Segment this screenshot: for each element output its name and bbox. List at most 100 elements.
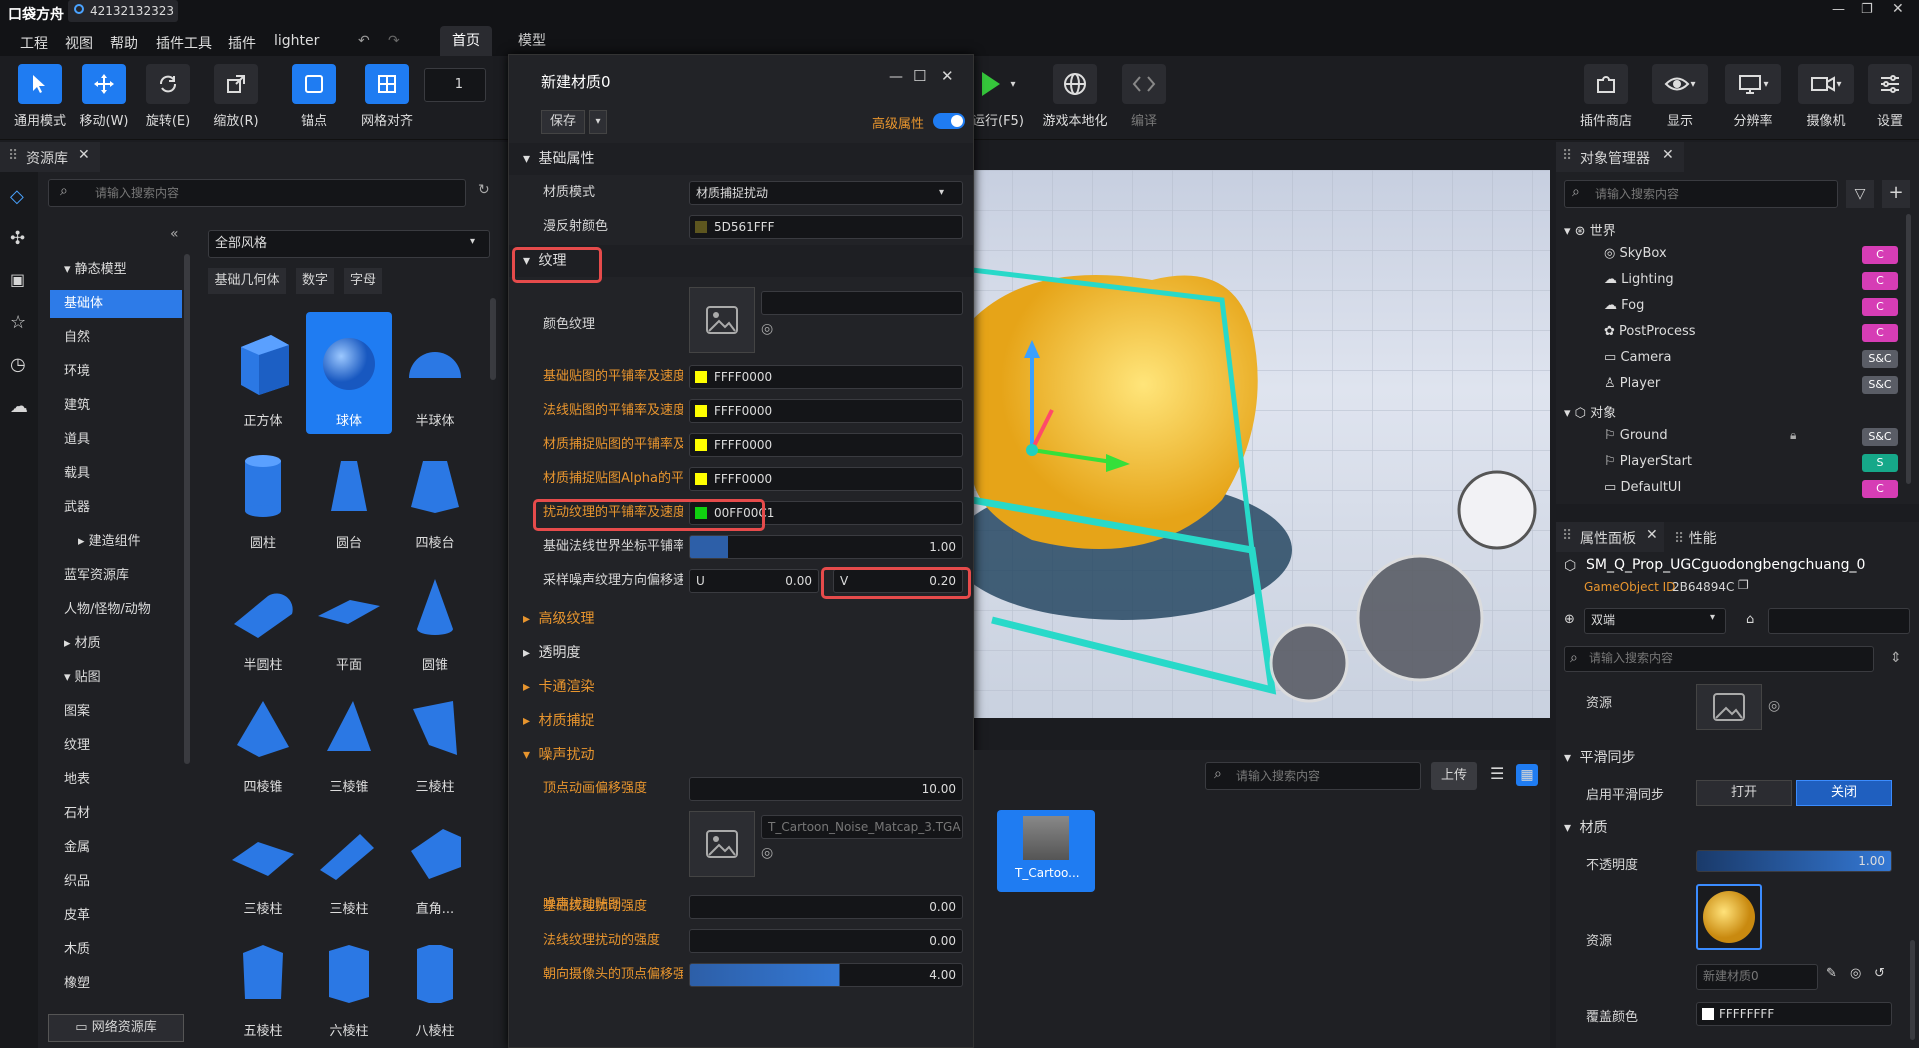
- asset-search-input[interactable]: 请输入搜索内容: [48, 179, 466, 207]
- copy-icon[interactable]: ❐: [1738, 578, 1749, 592]
- grid-view-icon[interactable]: ▦: [1516, 764, 1538, 786]
- tree-defaultui[interactable]: ▭ DefaultUI: [1604, 480, 1681, 495]
- menu-view[interactable]: 视图: [65, 33, 93, 53]
- menu-lighter[interactable]: lighter: [274, 33, 319, 49]
- resource-slot[interactable]: [1696, 684, 1762, 730]
- category-patterns[interactable]: 图案: [50, 698, 182, 726]
- tiling-input[interactable]: FFFF0000: [689, 433, 963, 457]
- collapse-icon[interactable]: «: [170, 226, 179, 242]
- component-icon[interactable]: ✣: [10, 228, 25, 249]
- base-strength-input[interactable]: 0.00: [689, 895, 963, 919]
- tree-lighting[interactable]: ☁ Lighting: [1604, 272, 1674, 287]
- settings-button[interactable]: 设置: [1850, 64, 1919, 129]
- object-scrollbar[interactable]: [1906, 214, 1911, 484]
- smooth-off-button[interactable]: 关闭: [1796, 780, 1892, 806]
- asset-grid-scrollbar[interactable]: [490, 298, 496, 380]
- category-textures-group[interactable]: ▾ 贴图: [50, 664, 182, 692]
- close-tab-icon[interactable]: ✕: [1662, 147, 1674, 163]
- project-tab[interactable]: 42132132323: [68, 0, 178, 22]
- tree-skybox[interactable]: ◎ SkyBox: [1604, 246, 1667, 261]
- category-vehicles[interactable]: 载具: [50, 460, 182, 488]
- color-swatch[interactable]: [695, 473, 707, 485]
- props-scrollbar[interactable]: [1910, 940, 1915, 1040]
- bottom-asset-item[interactable]: T_Cartoo...: [997, 810, 1095, 892]
- noise-map-input[interactable]: T_Cartoon_Noise_Matcap_3.TGA: [761, 815, 963, 839]
- locate-icon[interactable]: ◎: [1850, 966, 1861, 981]
- close-window-icon[interactable]: ✕: [1892, 1, 1904, 17]
- diffuse-swatch[interactable]: [695, 221, 707, 233]
- network-asset-button[interactable]: ▭ 网络资源库: [48, 1014, 184, 1042]
- category-nature[interactable]: 自然: [50, 324, 182, 352]
- color-texture-input[interactable]: [761, 291, 963, 315]
- asset-plane[interactable]: 平面: [306, 556, 392, 678]
- category-wood[interactable]: 木质: [50, 936, 182, 964]
- category-building[interactable]: 建筑: [50, 392, 182, 420]
- color-texture-slot[interactable]: [689, 287, 755, 353]
- save-dropdown-icon[interactable]: ▾: [589, 110, 607, 134]
- cloud-upload-icon[interactable]: ☁: [10, 396, 28, 417]
- asset-hemisphere[interactable]: 半球体: [392, 312, 478, 434]
- bottom-search-input[interactable]: 请输入搜索内容: [1205, 762, 1421, 790]
- section-cartoon[interactable]: ▸ 卡通渲染: [509, 671, 973, 703]
- material-name-input[interactable]: 新建材质0: [1696, 964, 1818, 990]
- menu-plugins[interactable]: 插件: [228, 33, 256, 53]
- minimize-dialog-icon[interactable]: —: [889, 69, 903, 85]
- save-button[interactable]: 保存: [541, 110, 585, 134]
- expand-icon[interactable]: ⇕: [1890, 650, 1902, 666]
- normal-strength-input[interactable]: 0.00: [689, 929, 963, 953]
- filter-numbers[interactable]: 数字: [296, 268, 334, 294]
- anchor-button[interactable]: 锚点: [274, 64, 354, 129]
- tab-model[interactable]: 模型: [506, 26, 558, 56]
- props-search-input[interactable]: 请输入搜索内容: [1564, 646, 1874, 672]
- material-thumbnail[interactable]: [1696, 884, 1762, 950]
- lock-icon[interactable]: 🔒︎: [1790, 428, 1796, 443]
- tag-input[interactable]: [1768, 608, 1910, 634]
- add-icon[interactable]: +: [1882, 180, 1910, 208]
- menu-project[interactable]: 工程: [20, 33, 48, 53]
- object-manager-tab[interactable]: ⠿ 对象管理器 ✕: [1556, 142, 1684, 172]
- refresh-icon[interactable]: ↻: [478, 182, 490, 198]
- category-basic[interactable]: 基础体: [50, 290, 182, 318]
- plugin-store-button[interactable]: 插件商店: [1566, 64, 1646, 129]
- asset-frustum[interactable]: 圆台: [306, 434, 392, 556]
- section-basic[interactable]: ▾ 基础属性: [509, 143, 973, 175]
- asset-square-pyramid[interactable]: 四棱锥: [220, 678, 306, 800]
- shapes-icon[interactable]: ◇: [10, 186, 24, 207]
- upload-button[interactable]: 上传: [1431, 762, 1477, 790]
- color-swatch[interactable]: [695, 439, 707, 451]
- resolution-button[interactable]: ▾ 分辨率: [1713, 64, 1793, 129]
- edit-icon[interactable]: ✎: [1826, 966, 1837, 981]
- asset-right-angle[interactable]: 直角...: [392, 800, 478, 922]
- category-scrollbar[interactable]: [184, 254, 190, 764]
- asset-cylinder[interactable]: 圆柱: [220, 434, 306, 556]
- asset-half-cylinder[interactable]: 半圆柱: [220, 556, 306, 678]
- tree-player[interactable]: ♙ Player: [1604, 376, 1660, 391]
- camera-offset-slider[interactable]: 4.00: [689, 963, 963, 987]
- category-build-components[interactable]: ▸ 建造组件: [50, 528, 182, 556]
- asset-triangular-prism-2[interactable]: 三棱柱: [220, 800, 306, 922]
- advanced-toggle[interactable]: [933, 113, 965, 129]
- asset-cube[interactable]: 正方体: [220, 312, 306, 434]
- tiling-input[interactable]: FFFF0000: [689, 399, 963, 423]
- clock-icon[interactable]: ◷: [10, 354, 26, 375]
- locate-icon[interactable]: ◎: [1768, 698, 1780, 714]
- category-metal[interactable]: 金属: [50, 834, 182, 862]
- section-material[interactable]: ▾ 材质: [1564, 812, 1904, 844]
- properties-tab[interactable]: ⠿ 属性面板 ✕: [1556, 522, 1664, 552]
- section-matcap[interactable]: ▸ 材质捕捉: [509, 705, 973, 737]
- asset-triangular-prism-3[interactable]: 三棱柱: [306, 800, 392, 922]
- star-icon[interactable]: ☆: [10, 312, 26, 333]
- opacity-slider[interactable]: 1.00: [1696, 850, 1892, 872]
- scene-viewport[interactable]: [972, 170, 1550, 718]
- filter-geometry[interactable]: 基础几何体: [208, 268, 286, 294]
- restore-icon[interactable]: ❐: [1861, 2, 1873, 17]
- locate-icon[interactable]: ◎: [761, 845, 773, 861]
- run-icon[interactable]: ▾: [966, 64, 1026, 104]
- asset-triangular-prism-1[interactable]: 三棱柱: [392, 678, 478, 800]
- asset-cone[interactable]: 圆锥: [392, 556, 478, 678]
- minimize-icon[interactable]: —: [1832, 2, 1845, 17]
- mode-select[interactable]: 材质捕捉扰动: [689, 181, 963, 205]
- display-button[interactable]: ▾ 显示: [1640, 64, 1720, 129]
- performance-tab[interactable]: ⠿ 性能: [1674, 528, 1717, 548]
- normal-world-slider[interactable]: 1.00: [689, 535, 963, 559]
